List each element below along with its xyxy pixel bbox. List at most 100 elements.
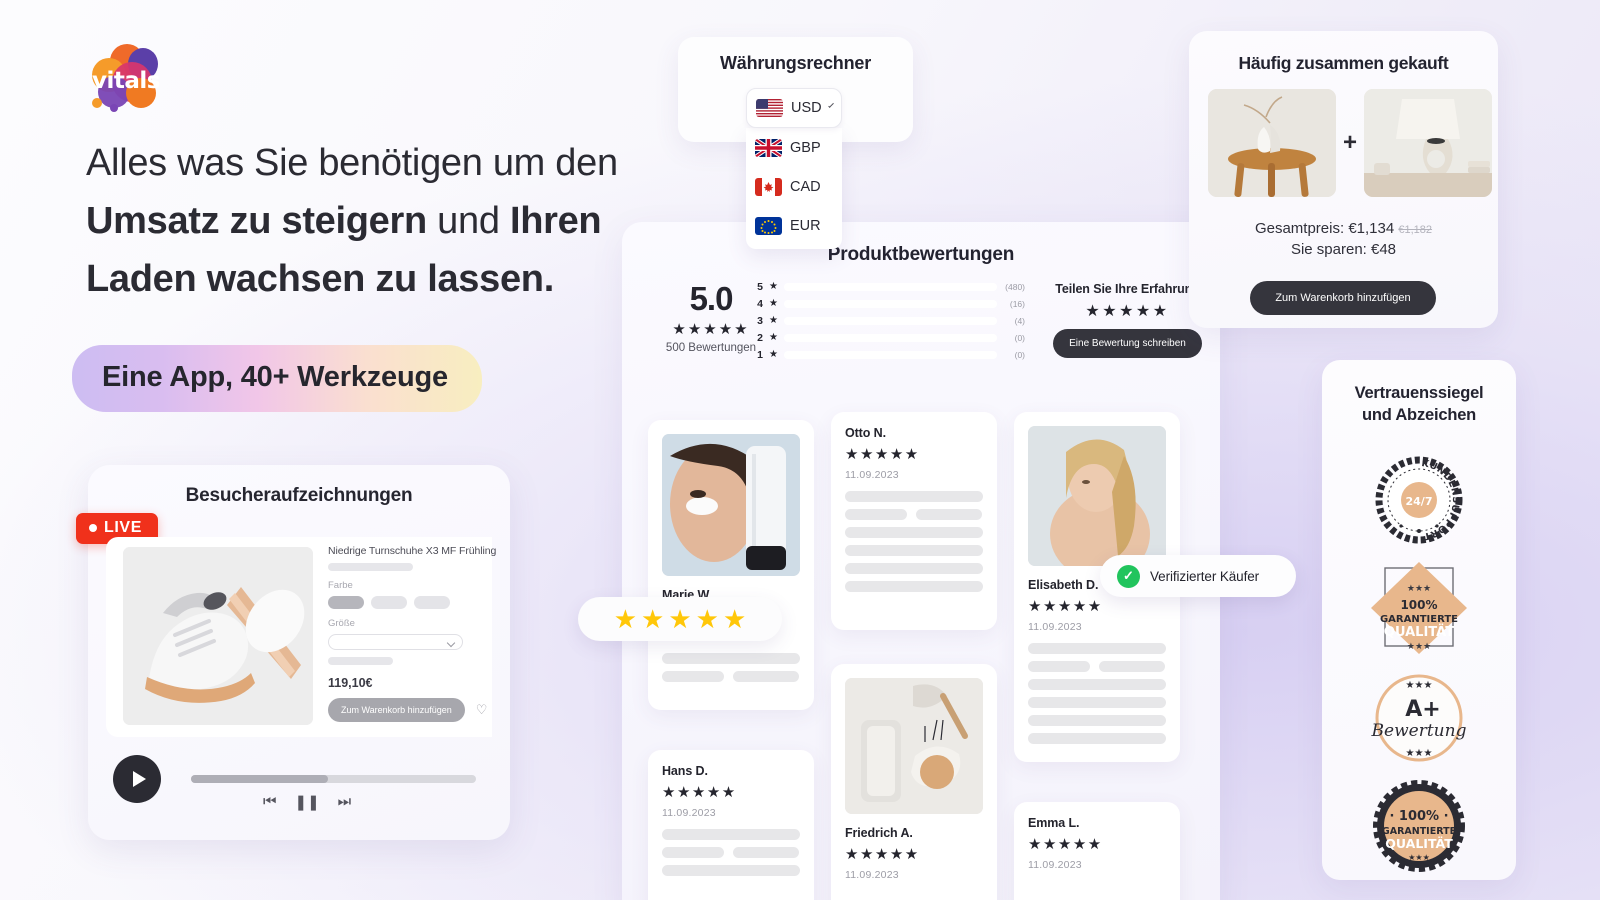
star-icon: ★ <box>641 604 665 634</box>
rating-bar-count: (16) <box>1009 298 1025 309</box>
review-stars: ★★★★★ <box>845 846 920 863</box>
reviews-title: Produktbewertungen <box>827 244 1015 265</box>
page-title: Alles was Sie benötigen um den Umsatz zu… <box>86 135 646 308</box>
review-photo <box>662 434 800 576</box>
rating-bar-stars: 1 <box>757 348 763 361</box>
chevron-down-icon[interactable] <box>827 102 834 109</box>
star-icon: ★ <box>769 315 778 326</box>
headline-bold-a: Umsatz zu steigern <box>86 199 427 242</box>
color-swatch-3[interactable] <box>414 596 450 609</box>
color-swatch-1[interactable] <box>328 596 364 609</box>
currency-options-list[interactable]: GBP CAD EUR <box>746 128 842 249</box>
flag-eu-icon <box>755 216 782 235</box>
star-icon: ★ <box>695 604 719 634</box>
pause-icon[interactable]: ❚❚ <box>295 793 320 811</box>
review-photo <box>1028 426 1166 566</box>
star-icon: ★ <box>769 349 778 360</box>
color-swatches[interactable] <box>328 596 568 609</box>
fbt-product-image-1[interactable] <box>1208 89 1336 197</box>
review-card-otto[interactable]: Otto N. ★★★★★ 11.09.2023 <box>831 412 997 630</box>
review-date: 11.09.2023 <box>845 469 899 481</box>
currency-select[interactable]: USD <box>746 88 842 128</box>
review-date: 11.09.2023 <box>845 869 899 881</box>
review-author: Friedrich A. <box>845 826 913 840</box>
fbt-add-to-cart-button[interactable]: Zum Warenkorb hinzufügen <box>1250 281 1436 315</box>
review-author: Otto N. <box>845 426 886 440</box>
headline-line-3: Laden wachsen zu lassen. <box>86 257 554 300</box>
write-review-button[interactable]: Eine Bewertung schreiben <box>1053 329 1202 358</box>
star-icon: ★ <box>668 604 692 634</box>
review-photo <box>845 678 983 814</box>
check-circle-icon: ✓ <box>1117 564 1140 588</box>
svg-text:QUALITÄT: QUALITÄT <box>1385 836 1453 851</box>
color-swatch-2[interactable] <box>371 596 407 609</box>
live-dot-icon <box>89 524 97 532</box>
playback-progress[interactable] <box>191 775 476 783</box>
currency-option-eur[interactable]: EUR <box>746 206 842 245</box>
tools-badge: Eine App, 40+ Werkzeuge <box>72 345 482 412</box>
share-experience-block: Teilen Sie Ihre Erfahrung ★★★★★ Eine Bew… <box>1045 282 1210 358</box>
star-icon: ★ <box>769 281 778 292</box>
play-button[interactable] <box>113 755 161 803</box>
play-icon <box>132 771 146 787</box>
flag-gb-icon <box>755 138 782 157</box>
verified-buyer-label: Verifizierter Käufer <box>1150 568 1260 584</box>
fbt-savings: Sie sparen: €48 <box>1290 241 1397 258</box>
review-card-emma[interactable]: Emma L. ★★★★★ 11.09.2023 <box>1014 802 1180 900</box>
currency-code-gbp: GBP <box>790 139 821 156</box>
page-root: vitals Alles was Sie benötigen um den Um… <box>0 0 1600 900</box>
size-label: Größe <box>328 618 355 629</box>
recording-product-title: Niedrige Turnschuhe X3 MF Frühling <box>328 545 497 557</box>
currency-option-cad[interactable]: CAD <box>746 167 842 206</box>
svg-text:A+: A+ <box>1405 697 1440 722</box>
currency-option-gbp[interactable]: GBP <box>746 128 842 167</box>
fbt-total-price: Gesamtpreis: €1,134 €1,182 <box>1189 220 1498 237</box>
review-card-friedrich[interactable]: Friedrich A. ★★★★★ 11.09.2023 <box>831 664 997 900</box>
recording-viewport: Niedrige Turnschuhe X3 MF Frühling Farbe… <box>106 537 496 737</box>
rating-bar-track <box>783 299 997 308</box>
rating-star-overlay: ★ ★ ★ ★ ★ <box>578 597 782 641</box>
review-author: Emma L. <box>1028 816 1080 830</box>
star-icon: ★ <box>613 604 638 634</box>
recording-add-to-cart-button[interactable]: Zum Warenkorb hinzufügen <box>328 698 465 722</box>
review-card-hans[interactable]: Hans D. ★★★★★ 11.09.2023 <box>648 750 814 900</box>
color-label: Farbe <box>328 580 353 591</box>
review-card-marie[interactable]: Marie W. ★★★★★ 11.09.2023 <box>648 420 814 710</box>
rating-bar-track <box>783 350 997 359</box>
rating-bar-track <box>783 316 997 325</box>
review-stars: ★★★★★ <box>662 784 737 801</box>
star-icon: ★ <box>722 604 747 634</box>
currency-code-cad: CAD <box>790 178 821 195</box>
review-stars: ★★★★★ <box>1028 598 1103 615</box>
size-select[interactable] <box>328 634 463 650</box>
review-stars: ★★★★★ <box>1028 836 1103 853</box>
skip-back-icon[interactable]: ⏮ <box>263 793 277 811</box>
headline-mid: und <box>426 199 510 242</box>
share-title: Teilen Sie Ihre Erfahrung <box>1055 282 1200 296</box>
heart-icon[interactable]: ♡ <box>476 702 488 718</box>
svg-text:★★★: ★★★ <box>1407 642 1431 652</box>
svg-text:Bewertung: Bewertung <box>1371 721 1467 741</box>
currency-selected-code: USD <box>791 100 822 116</box>
reviews-summary: 5.0 ★★★★★ 500 Bewertungen 5 ★ (480) 4 ★ (16) 3… <box>622 274 1220 374</box>
recording-product-details: Niedrige Turnschuhe X3 MF Frühling Farbe… <box>328 545 568 722</box>
trust-title-line-2: und Abzeichen <box>1361 406 1477 425</box>
fbt-product-image-2[interactable] <box>1364 89 1493 197</box>
recording-price: 119,10€ <box>328 676 373 690</box>
rating-bar-count: (4) <box>1014 315 1025 326</box>
rating-bar-stars: 2 <box>757 331 763 344</box>
rating-bar-stars: 5 <box>757 280 763 293</box>
headline-bold-b: Ihren <box>509 199 602 242</box>
share-stars[interactable]: ★★★★★ <box>1045 301 1210 321</box>
recording-player-controls: ⏮ ❚❚ ⏭ <box>113 755 493 811</box>
review-author: Hans D. <box>662 764 708 778</box>
rating-bar-row: 2 ★ (0) <box>755 329 1025 346</box>
star-icon: ★ <box>769 332 778 343</box>
rating-bar-count: (480) <box>1005 281 1025 292</box>
rating-bar-row: 4 ★ (16) <box>755 295 1025 312</box>
currency-title: Währungsrechner <box>719 53 872 73</box>
visitor-recordings-card: Besucheraufzeichnungen LIVE Niedrige Tur… <box>76 465 510 840</box>
skip-forward-icon[interactable]: ⏭ <box>338 793 352 811</box>
live-label: LIVE <box>104 519 142 536</box>
rating-bar-count: (0) <box>1014 349 1025 360</box>
